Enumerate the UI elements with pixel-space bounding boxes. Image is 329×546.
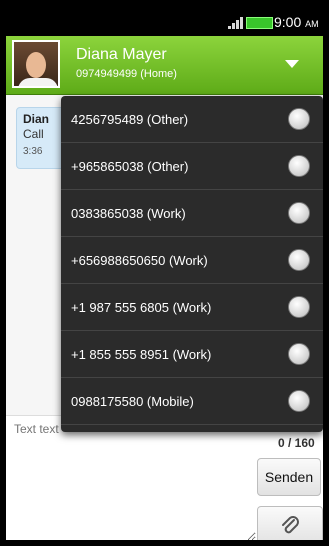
attach-button[interactable]	[257, 506, 323, 540]
message-input[interactable]	[6, 416, 256, 540]
contact-name: Diana Mayer	[76, 46, 167, 63]
paperclip-icon	[282, 516, 299, 534]
status-bar: 9:00 AM	[6, 6, 323, 36]
chevron-down-icon[interactable]	[285, 60, 299, 68]
send-button[interactable]: Senden	[257, 458, 321, 496]
avatar	[12, 40, 60, 88]
phone-option[interactable]: 4256795489 (Other)	[61, 96, 323, 143]
phone-option[interactable]: +656988650650 (Work)	[61, 237, 323, 284]
contact-number: 0974949499 (Home)	[76, 68, 177, 80]
phone-option-label: 4256795489 (Other)	[71, 112, 189, 127]
radio-button[interactable]	[288, 343, 310, 365]
clock-time: 9:00	[274, 14, 302, 30]
phone-number-dropdown: 4256795489 (Other) +965865038 (Other) 03…	[61, 96, 323, 432]
phone-option[interactable]: 0988175580 (Mobile)	[61, 378, 323, 425]
radio-button[interactable]	[288, 296, 310, 318]
contact-header[interactable]: Diana Mayer 0974949499 (Home)	[6, 36, 323, 95]
message-sender: Dian	[23, 112, 50, 126]
phone-option-label: +656988650650 (Work)	[71, 253, 208, 268]
signal-icon	[228, 17, 246, 29]
phone-option-label: +1 855 555 8951 (Work)	[71, 347, 212, 362]
phone-option-label: +1 987 555 6805 (Work)	[71, 300, 212, 315]
radio-button[interactable]	[288, 202, 310, 224]
phone-option[interactable]: +965865038 (Other)	[61, 143, 323, 190]
character-counter: 0 / 160	[278, 436, 315, 450]
radio-button[interactable]	[288, 108, 310, 130]
clock-ampm: AM	[305, 19, 319, 29]
phone-option-label: +965865038 (Other)	[71, 159, 189, 174]
battery-icon	[246, 17, 273, 29]
radio-button[interactable]	[288, 249, 310, 271]
phone-option[interactable]: 0383865038 (Work)	[61, 190, 323, 237]
phone-option[interactable]: +1 987 555 6805 (Work)	[61, 284, 323, 331]
phone-option[interactable]: +1 855 555 8951 (Work)	[61, 331, 323, 378]
phone-option-label: 0988175580 (Mobile)	[71, 394, 194, 409]
radio-button[interactable]	[288, 390, 310, 412]
radio-button[interactable]	[288, 155, 310, 177]
message-time: 3:36	[23, 146, 43, 157]
screen: 9:00 AM Diana Mayer 0974949499 (Home) Di…	[6, 6, 323, 540]
phone-option-label: 0383865038 (Work)	[71, 206, 186, 221]
compose-area: 0 / 160 Senden	[6, 415, 323, 540]
message-text: Call	[23, 127, 44, 141]
clock: 9:00 AM	[274, 14, 319, 30]
